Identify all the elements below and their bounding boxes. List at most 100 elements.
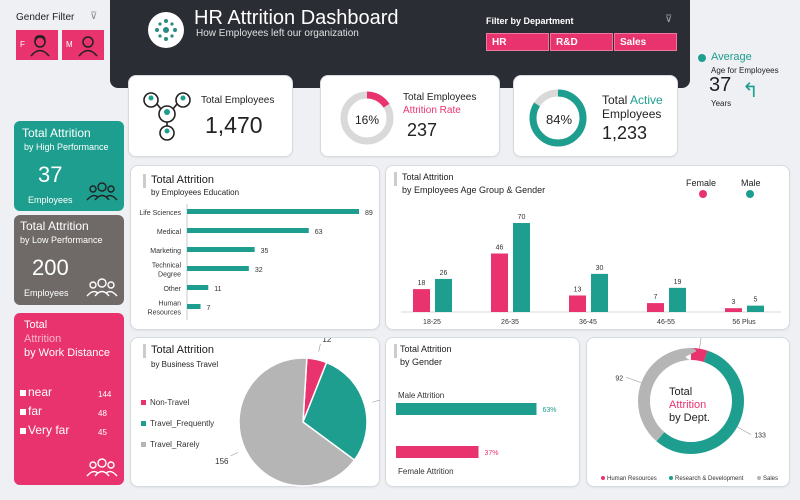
dept-option-sales[interactable]: Sales — [614, 33, 677, 51]
dept-legend-label: Research & Development — [675, 476, 744, 482]
gender-category-label: Male Attrition — [398, 391, 444, 400]
age-value-label: 18 — [418, 280, 426, 287]
female-letter: F — [20, 40, 25, 49]
dept-option-rnd[interactable]: R&D — [550, 33, 613, 51]
active-label-b: Active — [630, 93, 663, 107]
travel-legend-label: Travel_Frequently — [150, 419, 214, 428]
age-bar — [513, 223, 530, 312]
kpi-active-employees: 84% Total Active Employees 1,233 — [513, 75, 678, 157]
education-value-label: 63 — [315, 229, 323, 236]
male-filter-button[interactable]: M — [62, 30, 104, 60]
average-label: Average — [711, 51, 752, 63]
travel-value-label: 156 — [215, 457, 229, 466]
employees-network-icon — [143, 92, 191, 141]
dept-option-hr[interactable]: HR — [486, 33, 549, 51]
gender-bar — [396, 446, 479, 458]
education-category-label: Life Sciences — [139, 210, 181, 217]
dept-chart-card: 1213392Human ResourcesResearch & Develop… — [586, 331, 790, 487]
active-pct: 84% — [546, 112, 573, 127]
age-gender-bar-chart: 18 26 18-25 46 70 26-35 13 30 36-45 7 19 46-55 3 5 56 … — [386, 166, 791, 331]
work-distance-item-label: near — [28, 385, 53, 399]
active-label: Total Active — [602, 93, 663, 107]
dept-value-label: 92 — [615, 375, 623, 382]
return-arrow-icon: ↰ — [742, 80, 759, 102]
work-distance-card: Total Attrition by Work Distance near 14… — [14, 313, 124, 485]
page-title: HR Attrition Dashboard — [194, 7, 399, 29]
dept-center-2: Attrition — [669, 399, 707, 411]
dept-legend-dot — [669, 476, 673, 480]
education-value-label: 11 — [214, 286, 221, 293]
dept-filter-label: Filter by Department — [486, 16, 574, 26]
dept-center-1: Total — [669, 386, 693, 398]
low-perf-value: 200 — [32, 255, 69, 280]
gender-value-label: 63% — [542, 407, 556, 414]
work-distance-title2: Attrition — [24, 333, 62, 345]
age-gender-chart-card: Total Attrition by Employees Age Group &… — [385, 165, 790, 330]
kpi-total-employees-label: Total Employees — [201, 95, 275, 106]
travel-leader-line — [372, 399, 381, 403]
gender-chart-card: Total Attrition by Gender Male Attrition… — [385, 337, 580, 487]
education-value-label: 7 — [207, 305, 211, 312]
work-distance-item-value: 45 — [98, 428, 107, 437]
kpi-total-employees-value: 1,470 — [205, 112, 263, 138]
travel-legend-label: Non-Travel — [150, 398, 189, 407]
education-value-label: 35 — [261, 248, 269, 255]
age-value-label: 13 — [574, 286, 582, 293]
travel-legend-swatch — [141, 421, 146, 426]
male-icon — [78, 36, 98, 57]
people-group-icon — [86, 278, 118, 297]
age-bar — [647, 303, 664, 312]
age-value-label: 70 — [518, 214, 526, 221]
high-perf-subtitle: by High Performance — [24, 142, 109, 152]
education-bar-chart: Life Sciences 89 Medical 63 Marketing 35 Techn… — [131, 166, 381, 331]
age-value-label: 5 — [754, 297, 758, 304]
education-bar — [187, 247, 255, 252]
active-value: 1,233 — [602, 123, 648, 143]
low-perf-subtitle: by Low Performance — [20, 235, 103, 245]
age-bar — [591, 273, 608, 312]
clear-filter-icon[interactable]: ⊽ — [90, 11, 97, 22]
kpi-total-employees: Total Employees 1,470 — [128, 75, 293, 157]
attrition-rate-label: Attrition Rate — [403, 105, 461, 116]
education-bar — [187, 304, 201, 309]
bullet-icon — [20, 428, 26, 434]
age-bar — [569, 295, 586, 312]
low-performance-card: Total Attrition by Low Performance 200 E… — [14, 215, 124, 305]
female-filter-button[interactable]: F — [16, 30, 58, 60]
dept-leader-line — [626, 376, 642, 384]
people-group-icon — [86, 182, 118, 201]
age-bar — [491, 253, 508, 312]
high-perf-unit: Employees — [28, 195, 73, 205]
page-subtitle: How Employees left our organization — [196, 28, 359, 39]
work-distance-title1: Total — [24, 319, 48, 331]
people-group-icon — [86, 458, 118, 477]
education-category-label: Other — [163, 286, 181, 293]
education-bar — [187, 228, 309, 233]
education-category-label: Resources — [148, 310, 182, 317]
travel-pie-chart: 1269156Non-TravelTravel_FrequentlyTravel… — [131, 335, 391, 488]
logo-icon — [148, 12, 184, 48]
kpi-attrition: 16% Total Employees Attrition Rate 237 — [320, 75, 500, 157]
dept-leader-line — [699, 332, 703, 349]
education-category-label: Degree — [158, 272, 181, 279]
dept-leader-line — [737, 426, 752, 435]
attrition-label: Total Employees — [403, 92, 477, 103]
female-icon — [30, 35, 50, 57]
clear-filter-icon[interactable]: ⊽ — [665, 14, 672, 25]
active-label-a: Total — [602, 93, 628, 107]
average-dot — [698, 54, 706, 62]
male-letter: M — [66, 40, 73, 49]
education-bar — [187, 285, 209, 290]
dept-center-3: by Dept. — [669, 412, 710, 424]
age-value-label: 46 — [496, 245, 504, 252]
work-distance-item-label: far — [28, 404, 43, 418]
dept-legend-dot — [757, 476, 761, 480]
travel-leader-line — [318, 343, 321, 352]
age-category-label: 18-25 — [423, 319, 441, 326]
travel-legend-label: Travel_Rarely — [150, 440, 200, 449]
age-category-label: 26-35 — [501, 319, 519, 326]
average-unit: Years — [711, 99, 732, 108]
age-category-label: 36-45 — [579, 319, 597, 326]
high-perf-title: Total Attrition — [22, 126, 91, 140]
education-value-label: 32 — [255, 267, 263, 274]
